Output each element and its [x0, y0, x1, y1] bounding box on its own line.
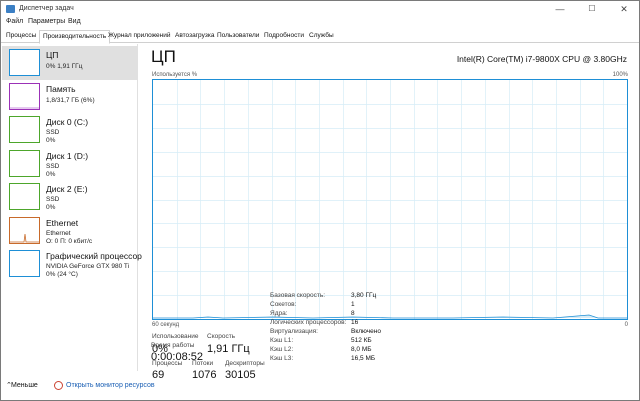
- cpu-model-name: Intel(R) Core(TM) i7-9800X CPU @ 3.80GHz: [456, 54, 627, 64]
- menu-view[interactable]: Вид: [68, 18, 81, 25]
- gpu-thumbnail: [9, 250, 40, 277]
- resource-monitor-icon[interactable]: [54, 381, 63, 390]
- sidebar-item-ethernet[interactable]: Ethernet Ethernet О: 0 П: 0 кбит/с: [2, 214, 138, 248]
- task-manager-icon: [6, 5, 15, 13]
- detail-key: Базовая скорость:: [270, 292, 326, 299]
- usage-label: Использование: [152, 333, 199, 340]
- sidebar-item-sub: NVIDIA GeForce GTX 980 Ti: [46, 263, 130, 270]
- sidebar-item-disk1[interactable]: Диск 1 (D:) SSD 0%: [2, 147, 138, 181]
- graph-min-label: 0: [624, 322, 628, 328]
- uptime-value: 0:00:08:52: [151, 351, 203, 363]
- sidebar-item-sub: 0% 1,91 ГГц: [46, 63, 83, 70]
- title-bar: Диспетчер задач — ☐ ✕: [1, 1, 639, 18]
- tab-processes[interactable]: Процессы: [3, 30, 39, 43]
- disk2-thumbnail: [9, 183, 40, 210]
- sidebar-item-label: Диск 0 (C:): [46, 117, 89, 127]
- speed-label: Скорость: [207, 333, 236, 340]
- sidebar-item-sub2: 0%: [46, 171, 56, 178]
- detail-value: 512 КБ: [351, 337, 372, 344]
- menu-file[interactable]: Файл: [6, 18, 23, 25]
- open-resource-monitor-link[interactable]: Открыть монитор ресурсов: [66, 382, 155, 389]
- disk1-thumbnail: [9, 150, 40, 177]
- sidebar-item-sub: Ethernet: [46, 230, 71, 237]
- detail-value: 16: [351, 319, 359, 326]
- graph-y-label: Используется %: [152, 72, 198, 78]
- tab-services[interactable]: Службы: [306, 30, 337, 43]
- performance-sidebar: ЦП 0% 1,91 ГГц Память 1,8/31,7 ГБ (6%) Д…: [2, 44, 142, 371]
- detail-key: Кэш L1:: [270, 337, 294, 344]
- cpu-thumbnail: [9, 49, 40, 76]
- speed-value: 1,91 ГГц: [207, 343, 250, 355]
- task-manager-window: Диспетчер задач — ☐ ✕ Файл Параметры Вид…: [0, 0, 640, 401]
- memory-thumbnail: [9, 83, 40, 110]
- graph-max-label: 100%: [612, 72, 628, 78]
- sidebar-item-sub: 1,8/31,7 ГБ (6%): [46, 97, 95, 104]
- sidebar-item-sub2: 0% (24 °C): [46, 271, 78, 278]
- cpu-usage-grid: [153, 80, 627, 319]
- window-title: Диспетчер задач: [19, 5, 74, 12]
- sidebar-item-label: ЦП: [46, 50, 59, 60]
- detail-key: Виртуализация:: [270, 328, 318, 335]
- sidebar-item-memory[interactable]: Память 1,8/31,7 ГБ (6%): [2, 80, 138, 114]
- detail-key: Логических процессоров:: [270, 319, 347, 326]
- detail-value: 8: [351, 310, 355, 317]
- detail-value: 3,80 ГГц: [351, 292, 377, 299]
- disk0-thumbnail: [9, 116, 40, 143]
- detail-key: Сокетов:: [270, 301, 297, 308]
- memory-fill: [10, 107, 39, 109]
- fewer-details-button[interactable]: Меньше: [11, 382, 38, 389]
- detail-value: 16,5 МБ: [351, 355, 376, 362]
- cpu-usage-graph: [152, 79, 628, 320]
- sidebar-item-label: Ethernet: [46, 218, 79, 228]
- tab-bar: Процессы Производительность Журнал прило…: [1, 30, 639, 44]
- cpu-usage-line: [153, 314, 627, 319]
- sidebar-item-sub2: О: 0 П: 0 кбит/с: [46, 238, 93, 245]
- tab-startup[interactable]: Автозагрузка: [172, 30, 217, 43]
- sidebar-item-label: Диск 1 (D:): [46, 151, 89, 161]
- sidebar-item-gpu[interactable]: Графический процессор NVIDIA GeForce GTX…: [2, 247, 142, 283]
- sidebar-item-sub2: 0%: [46, 137, 56, 144]
- sidebar-item-cpu[interactable]: ЦП 0% 1,91 ГГц: [2, 46, 138, 80]
- detail-key: Кэш L3:: [270, 355, 294, 362]
- maximize-button[interactable]: ☐: [581, 3, 603, 15]
- sidebar-item-label: Диск 2 (E:): [46, 184, 88, 194]
- tab-details[interactable]: Подробности: [261, 30, 307, 43]
- detail-key: Ядра:: [270, 310, 288, 317]
- detail-key: Кэш L2:: [270, 346, 294, 353]
- sidebar-item-sub: SSD: [46, 129, 60, 136]
- tab-performance[interactable]: Производительность: [39, 30, 111, 44]
- sidebar-item-sub2: 0%: [46, 204, 56, 211]
- detail-value: Включено: [351, 328, 381, 335]
- cpu-detail-panel: ЦП Intel(R) Core(TM) i7-9800X CPU @ 3.80…: [141, 44, 639, 381]
- ethernet-thumbnail: [9, 217, 40, 244]
- sidebar-item-disk2[interactable]: Диск 2 (E:) SSD 0%: [2, 180, 138, 214]
- detail-value: 8,0 МБ: [351, 346, 372, 353]
- sidebar-item-disk0[interactable]: Диск 0 (C:) SSD 0%: [2, 113, 138, 147]
- sidebar-item-sub: SSD: [46, 196, 60, 203]
- close-button[interactable]: ✕: [613, 3, 635, 15]
- minimize-button[interactable]: —: [549, 3, 571, 15]
- menu-options[interactable]: Параметры: [28, 18, 65, 25]
- sidebar-item-sub: SSD: [46, 163, 60, 170]
- uptime-label: Время работы: [151, 342, 195, 349]
- menu-bar: Файл Параметры Вид: [1, 18, 639, 29]
- sidebar-item-label: Графический процессор: [46, 251, 142, 261]
- sidebar-item-label: Память: [46, 84, 76, 94]
- tab-app-history[interactable]: Журнал приложений: [105, 30, 174, 43]
- graph-time-label: 60 секунд: [152, 322, 180, 328]
- detail-value: 1: [351, 301, 355, 308]
- ethernet-spark: [10, 233, 39, 243]
- page-title: ЦП: [151, 47, 176, 66]
- footer: ⌃ Меньше Открыть монитор ресурсов: [1, 373, 639, 400]
- handles-label: Дескрипторы: [225, 360, 265, 367]
- tab-users[interactable]: Пользователи: [214, 30, 262, 43]
